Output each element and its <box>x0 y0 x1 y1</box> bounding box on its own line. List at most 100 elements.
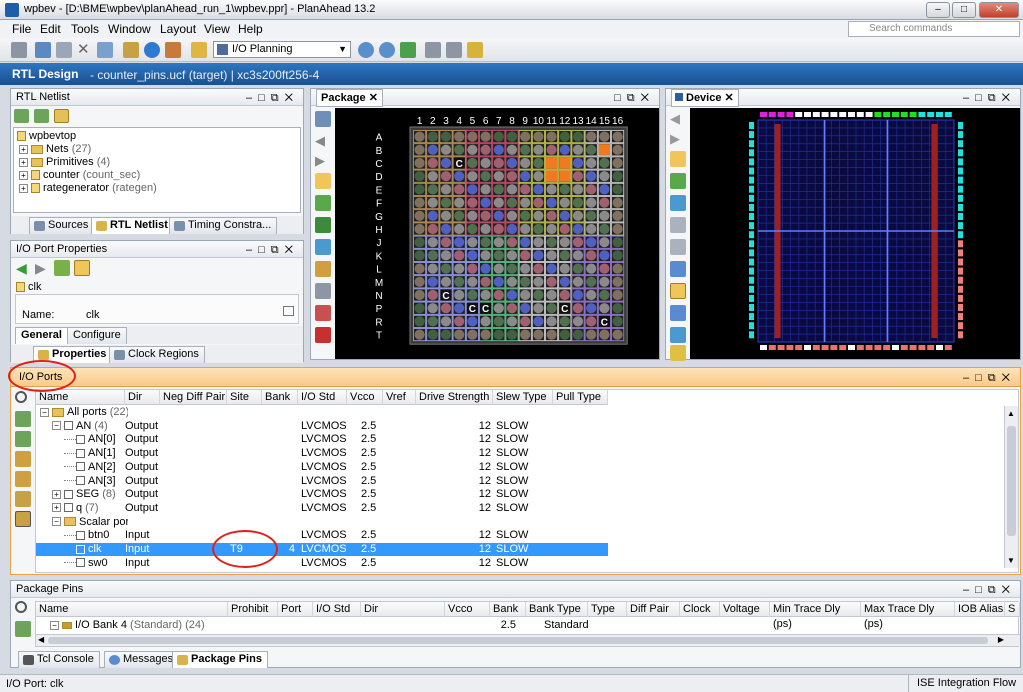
col-diff-pair[interactable]: Diff Pair <box>627 602 680 617</box>
settings-icon[interactable] <box>191 42 207 58</box>
tab-messages[interactable]: Messages <box>104 651 180 668</box>
close-tab-icon[interactable]: ✕ <box>725 92 734 104</box>
col-bank[interactable]: Bank <box>262 390 298 405</box>
search-icon[interactable] <box>15 601 27 613</box>
col-min-trace[interactable]: Min Trace Dly (ps) <box>770 602 861 630</box>
route-icon[interactable] <box>425 42 441 58</box>
edit-icon[interactable] <box>283 306 294 316</box>
pointer-icon[interactable] <box>74 260 90 276</box>
col-type[interactable]: Type <box>588 602 627 617</box>
menu-layout[interactable]: Layout <box>160 22 196 36</box>
pin-icon[interactable] <box>670 345 686 361</box>
name-value[interactable]: clk <box>86 309 99 321</box>
collapse-all-icon[interactable] <box>15 411 31 427</box>
expand-icon[interactable]: + <box>52 503 61 513</box>
menu-help[interactable]: Help <box>238 22 263 36</box>
col-name[interactable]: Name <box>36 602 228 617</box>
pin-icon[interactable] <box>467 42 483 58</box>
zoom-fit-icon[interactable] <box>400 42 416 58</box>
unroute-icon[interactable] <box>670 239 686 255</box>
col-clock[interactable]: Clock <box>680 602 720 617</box>
scroll-left-icon[interactable]: ◀ <box>38 635 44 644</box>
tree-root[interactable]: wpbevtop <box>17 130 76 143</box>
expand-icon[interactable]: + <box>52 489 61 499</box>
expand-all-icon[interactable] <box>15 431 31 447</box>
col-max-trace[interactable]: Max Trace Dly (ps) <box>861 602 955 630</box>
drc-icon[interactable] <box>315 305 331 321</box>
panel-controls[interactable]: □⧉✕ <box>614 90 655 106</box>
table-row[interactable]: btn0InputLVCMOS252.512SLOW <box>36 529 608 542</box>
undo-icon[interactable] <box>35 42 51 58</box>
table-row[interactable]: clkInputT94LVCMOS252.512SLOW <box>36 543 608 556</box>
refresh-icon[interactable] <box>54 260 70 276</box>
maximize-button[interactable]: □ <box>952 2 976 18</box>
back-arrow-icon[interactable]: ◀ <box>16 261 30 275</box>
col-io-std[interactable]: I/O Std <box>298 390 347 405</box>
pointer-icon[interactable] <box>315 173 331 189</box>
expand-icon[interactable]: − <box>40 407 49 417</box>
tab-timing-constraints[interactable]: Timing Constra... <box>169 217 278 234</box>
device-view[interactable] <box>690 108 1020 359</box>
col-dir[interactable]: Dir <box>125 390 160 405</box>
col-vcco[interactable]: Vcco <box>347 390 383 405</box>
expand-icon[interactable]: + <box>19 183 28 193</box>
clock-icon[interactable] <box>670 305 686 321</box>
unroute-icon[interactable] <box>446 42 462 58</box>
tools-icon[interactable] <box>165 42 181 58</box>
panel-controls[interactable]: –□⧉✕ <box>963 90 1016 106</box>
table-row[interactable]: − All ports (22) <box>36 406 608 419</box>
highlight-icon[interactable] <box>315 283 331 299</box>
collapse-all-icon[interactable] <box>14 109 29 123</box>
col-prohibit[interactable]: Prohibit <box>228 602 278 617</box>
tree-item-primitives[interactable]: + Primitives (4) <box>19 156 110 169</box>
expand-icon[interactable]: − <box>52 421 61 431</box>
table-row[interactable]: AN[3]OutputLVCMOS252.512SLOW <box>36 475 608 488</box>
col-site[interactable]: Site <box>227 390 262 405</box>
tab-package-pins[interactable]: Package Pins <box>172 651 268 668</box>
pin-icon[interactable] <box>315 261 331 277</box>
group-icon[interactable] <box>15 451 31 467</box>
scroll-right-icon[interactable]: ▶ <box>998 635 1004 644</box>
forward-icon[interactable]: ▶ <box>670 131 686 147</box>
table-row[interactable]: AN[2]OutputLVCMOS252.512SLOW <box>36 461 608 474</box>
back-icon[interactable]: ◀ <box>315 133 331 149</box>
table-row[interactable]: +SEG(8)OutputLVCMOS252.512SLOW <box>36 488 608 501</box>
scroll-down-icon[interactable]: ▼ <box>1007 556 1015 565</box>
highlight-icon[interactable] <box>670 283 686 299</box>
route-icon[interactable] <box>670 217 686 233</box>
zoom-fit-icon[interactable] <box>315 195 331 211</box>
connect-icon[interactable] <box>670 327 686 343</box>
redo-icon[interactable] <box>56 42 72 58</box>
scroll-up-icon[interactable]: ▲ <box>1007 409 1015 418</box>
schematic-icon[interactable] <box>15 491 31 507</box>
tab-sources[interactable]: Sources <box>29 217 95 234</box>
menu-file[interactable]: File <box>12 22 31 36</box>
check-icon[interactable] <box>144 42 160 58</box>
scroll-thumb[interactable] <box>48 637 988 644</box>
scroll-thumb[interactable] <box>1007 426 1016 536</box>
add-icon[interactable] <box>670 195 686 211</box>
tab-clock-regions[interactable]: Clock Regions <box>109 346 205 363</box>
tree-item-rategenerator[interactable]: + rategenerator (rategen) <box>19 182 157 195</box>
col-s[interactable]: S <box>1005 602 1020 617</box>
menu-edit[interactable]: Edit <box>40 22 61 36</box>
device-floorplan[interactable] <box>690 108 1020 359</box>
expand-icon[interactable]: + <box>19 157 28 167</box>
menu-tools[interactable]: Tools <box>71 22 99 36</box>
autoplace-icon[interactable] <box>315 239 331 255</box>
col-iob-alias[interactable]: IOB Alias <box>955 602 1005 617</box>
collapse-icon[interactable]: − <box>50 620 59 630</box>
close-tab-icon[interactable]: ✕ <box>369 92 378 104</box>
show-hierarchy-icon[interactable] <box>54 109 69 123</box>
package-pin-grid[interactable]: 1 2 3 4 5 6 7 8 9 10 11 12 13 14 15 16ABCDEFGHJKLMNPRTC… <box>335 108 659 359</box>
panel-controls[interactable]: –□⧉✕ <box>246 242 299 258</box>
expand-icon[interactable]: + <box>19 144 28 154</box>
col-dir[interactable]: Dir <box>361 602 445 617</box>
tab-general[interactable]: General <box>15 327 68 344</box>
table-row[interactable]: −AN(4)OutputLVCMOS252.512SLOW <box>36 420 608 433</box>
place-icon[interactable] <box>315 217 331 233</box>
forward-icon[interactable]: ▶ <box>315 153 331 169</box>
table-row[interactable]: +q(7)OutputLVCMOS252.512SLOW <box>36 502 608 515</box>
highlight-icon[interactable] <box>15 511 31 527</box>
col-neg-diff-pair[interactable]: Neg Diff Pair <box>160 390 227 405</box>
